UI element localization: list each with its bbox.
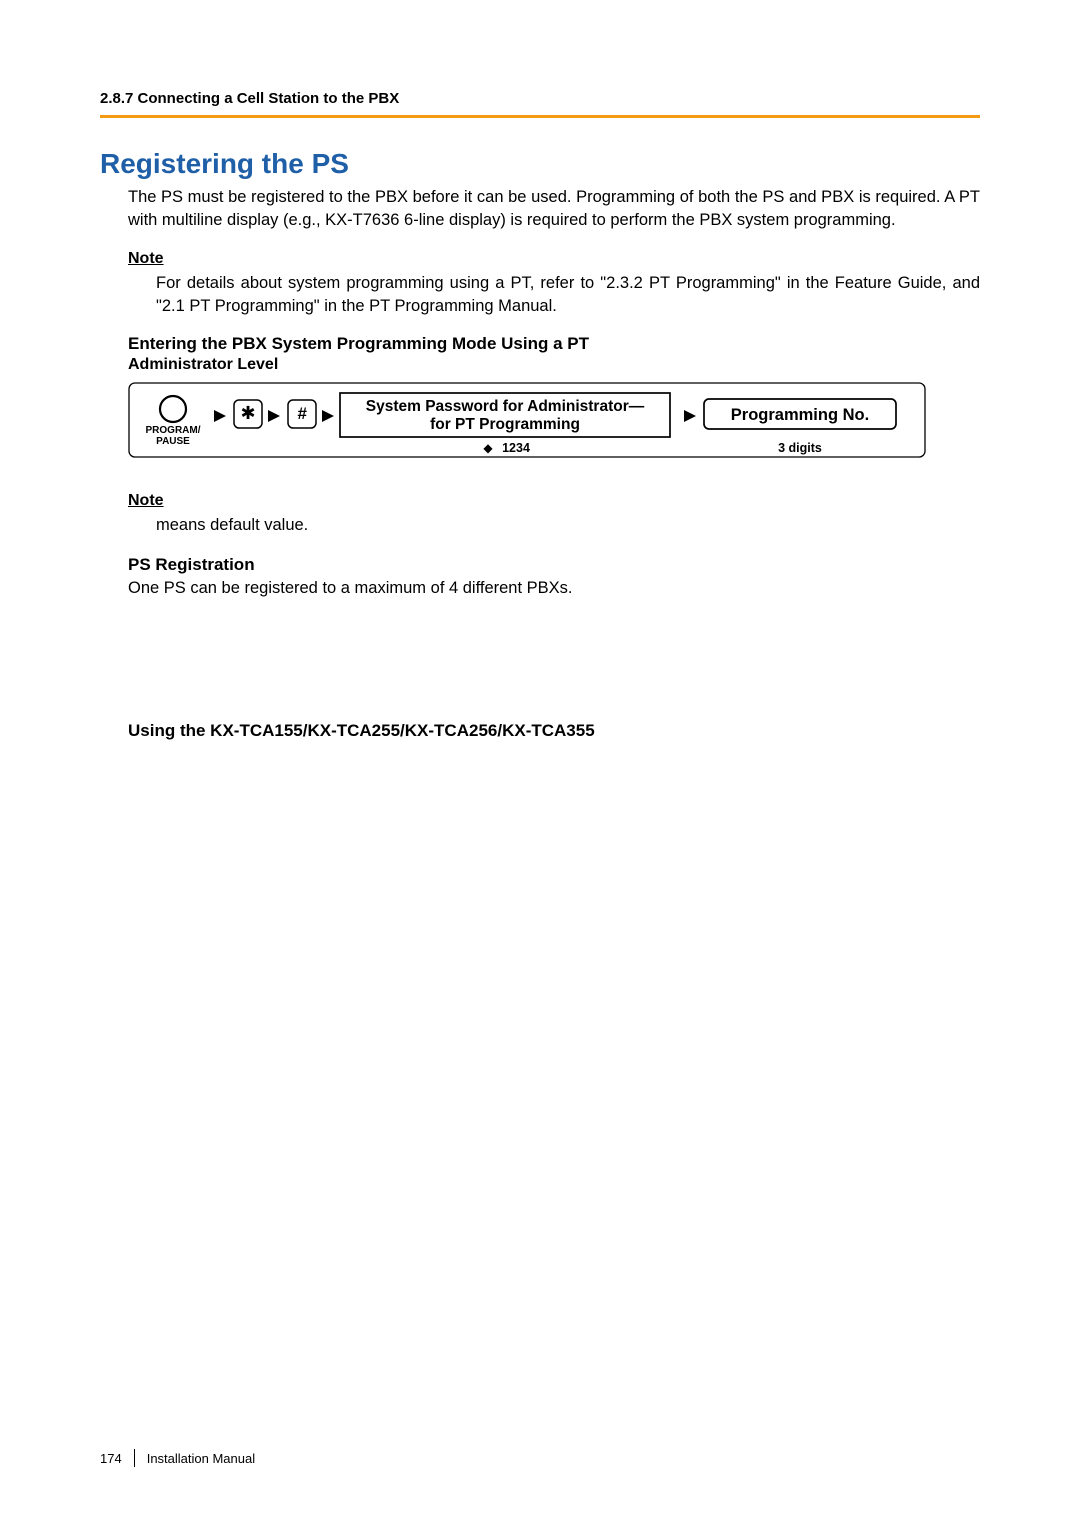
programming-diagram: PROGRAM/ PAUSE ✱ # System Password for A… xyxy=(128,382,980,474)
star-key-glyph: ✱ xyxy=(240,403,255,423)
admin-level-heading: Administrator Level xyxy=(128,356,980,374)
note-text-1: For details about system programming usi… xyxy=(156,272,980,318)
note-text-2: means default value. xyxy=(156,514,980,537)
footer-divider xyxy=(134,1449,135,1467)
doc-title: Installation Manual xyxy=(147,1451,255,1466)
intro-paragraph: The PS must be registered to the PBX bef… xyxy=(128,186,980,232)
note-label-1: Note xyxy=(128,250,980,268)
ps-registration-text: One PS can be registered to a maximum of… xyxy=(128,577,980,600)
page-footer: 174 Installation Manual xyxy=(100,1449,255,1467)
entering-mode-heading: Entering the PBX System Programming Mode… xyxy=(128,334,980,354)
diagram-program-label-1: PROGRAM/ xyxy=(146,425,201,436)
page-number: 174 xyxy=(100,1451,122,1466)
digits-label: 3 digits xyxy=(778,441,822,455)
programming-no-label: Programming No. xyxy=(731,406,869,424)
password-box-line1: System Password for Administrator— xyxy=(366,398,645,415)
using-models-heading: Using the KX-TCA155/KX-TCA255/KX-TCA256/… xyxy=(128,721,980,741)
diagram-program-label-2: PAUSE xyxy=(156,436,190,447)
breadcrumb: 2.8.7 Connecting a Cell Station to the P… xyxy=(100,90,980,107)
header-divider xyxy=(100,115,980,118)
page-title: Registering the PS xyxy=(100,148,980,180)
hash-key-glyph: # xyxy=(297,404,307,423)
note-label-2: Note xyxy=(128,492,980,510)
ps-registration-heading: PS Registration xyxy=(128,555,980,575)
password-box-line2: for PT Programming xyxy=(430,416,580,433)
default-marker: ◆ xyxy=(483,441,493,455)
default-value: 1234 xyxy=(502,441,530,455)
